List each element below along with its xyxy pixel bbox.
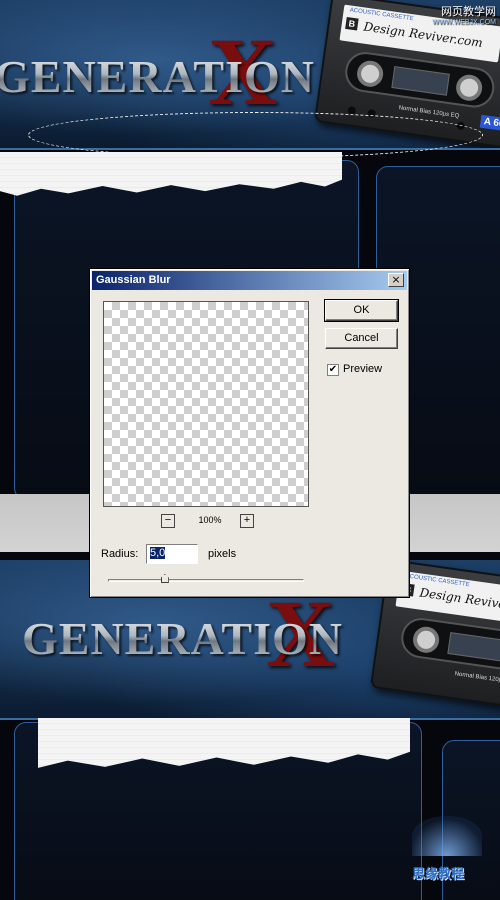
cassette-b-mark: B [345, 17, 359, 31]
close-icon[interactable]: × [388, 273, 404, 287]
marching-ants-selection [28, 112, 483, 158]
cassette-reel-left [355, 59, 385, 89]
wings-logo-icon [412, 816, 482, 856]
radius-slider-track[interactable] [108, 579, 304, 582]
radius-value: 5,0 [150, 547, 166, 559]
preview-label: Preview [343, 363, 383, 375]
cassette-length-badge: A 60 [479, 114, 500, 132]
cassette-reel-right [454, 73, 484, 103]
preview-checkbox[interactable]: ✔ [327, 364, 339, 376]
gaussian-blur-dialog: Gaussian Blur × − 100% + OK Cancel ✔ Pre… [89, 268, 410, 598]
blur-preview-canvas[interactable] [103, 301, 309, 507]
dialog-titlebar[interactable]: Gaussian Blur × [92, 271, 407, 290]
watermark-top-sub: WWW.WEBJX.COM [432, 19, 496, 27]
radius-input[interactable]: 5,0 [146, 544, 198, 564]
generation-title: GENERATION [22, 613, 343, 664]
watermark-top-main: 网页教学网 [441, 6, 496, 18]
cassette-bias-text: Normal Bias 120μs EQ [454, 671, 500, 685]
watermark-bottom-text: 思缘教程 [412, 866, 465, 881]
cassette-tape [391, 66, 450, 96]
cassette-tape [447, 632, 500, 662]
cancel-button[interactable]: Cancel [325, 328, 398, 349]
cassette-brand-text: ACOUSTIC CASSETTE [405, 573, 470, 589]
zoom-in-button[interactable]: + [240, 514, 254, 528]
checkmark-icon: ✔ [328, 364, 338, 375]
watermark-bottom: 思缘教程 [402, 812, 492, 882]
radius-label: Radius: [101, 548, 139, 560]
radius-units-label: pixels [208, 548, 237, 560]
watermark-top: 网页教学网 WWW.WEBJX.COM [432, 6, 496, 28]
radius-slider-thumb[interactable] [160, 574, 169, 583]
generation-title: GENERATION [0, 50, 315, 103]
cassette-reel-left [411, 625, 441, 655]
dialog-title: Gaussian Blur [96, 274, 171, 286]
cassette-brand-text: ACOUSTIC CASSETTE [349, 7, 414, 23]
ok-button[interactable]: OK [324, 299, 399, 322]
cassette-handwriting: Design Reviver.com [418, 585, 500, 617]
cassette-window [398, 615, 500, 677]
zoom-out-button[interactable]: − [161, 514, 175, 528]
zoom-level-label: 100% [198, 515, 222, 525]
